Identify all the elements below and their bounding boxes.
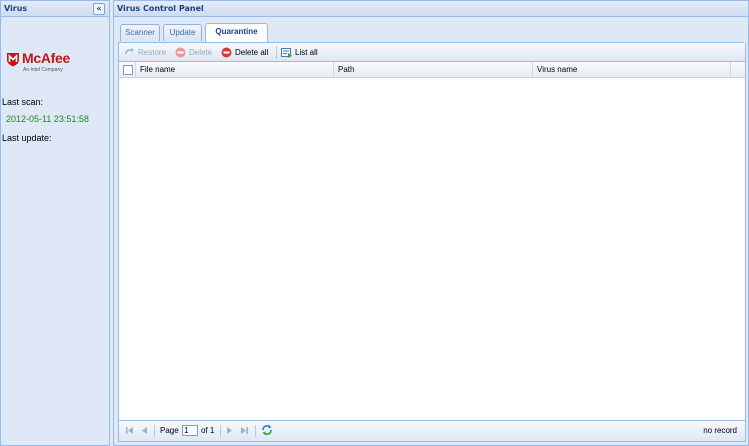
paging-status-text: no record xyxy=(703,426,737,435)
toolbar-separator xyxy=(276,46,277,59)
double-chevron-left-icon: « xyxy=(96,4,102,13)
list-all-button[interactable]: List all xyxy=(281,46,323,59)
first-page-icon[interactable] xyxy=(125,426,134,435)
page-count-label: of 1 xyxy=(201,426,215,435)
center-panel-body: Scanner Update Quarantine Restore Delete… xyxy=(113,17,749,446)
page-number-input[interactable] xyxy=(182,425,198,436)
quarantine-grid: Restore Delete Delete all List all File … xyxy=(118,43,746,442)
paging-separator xyxy=(220,425,221,437)
grid-header-row: File name Path Virus name xyxy=(119,62,745,78)
mcafee-logo-tagline: An Intel Company xyxy=(23,67,63,73)
tab-strip: Scanner Update Quarantine xyxy=(118,23,744,43)
select-all-checkbox[interactable] xyxy=(123,65,133,75)
mcafee-logo: McAfee An Intel Company xyxy=(6,50,81,75)
last-page-icon[interactable] xyxy=(240,426,249,435)
restore-label: Restore xyxy=(138,48,167,57)
west-panel-header: Virus « xyxy=(0,0,110,17)
delete-icon xyxy=(175,47,186,58)
paging-separator xyxy=(255,425,256,437)
previous-page-icon[interactable] xyxy=(140,426,149,435)
column-path[interactable]: Path xyxy=(334,62,533,77)
column-virus-name[interactable]: Virus name xyxy=(533,62,731,77)
tab-update[interactable]: Update xyxy=(163,24,202,41)
next-page-icon[interactable] xyxy=(225,426,234,435)
center-panel: Virus Control Panel Scanner Update Quara… xyxy=(113,0,749,446)
paging-toolbar: Page of 1 xyxy=(119,420,745,441)
center-panel-header: Virus Control Panel xyxy=(113,0,749,17)
tab-quarantine[interactable]: Quarantine xyxy=(205,23,268,42)
list-all-label: List all xyxy=(295,48,318,57)
list-all-icon xyxy=(281,48,292,58)
center-panel-title: Virus Control Panel xyxy=(117,4,204,13)
mcafee-shield-icon xyxy=(7,53,19,67)
grid-toolbar: Restore Delete Delete all List all xyxy=(119,43,745,62)
refresh-icon[interactable] xyxy=(261,424,273,436)
last-scan-value: 2012-05-11 23:51:58 xyxy=(6,114,89,124)
last-update-label: Last update: xyxy=(2,133,52,143)
last-scan-label: Last scan: xyxy=(2,97,44,107)
west-panel-title: Virus xyxy=(4,4,28,13)
delete-all-label: Delete all xyxy=(235,48,269,57)
delete-label: Delete xyxy=(189,48,213,57)
west-panel-body: McAfee An Intel Company Last scan: 2012-… xyxy=(0,17,110,446)
delete-all-icon xyxy=(221,47,232,58)
column-file-name[interactable]: File name xyxy=(136,62,334,77)
page-label: Page xyxy=(160,426,179,435)
restore-icon xyxy=(125,48,134,55)
collapse-panel-button[interactable]: « xyxy=(93,3,105,15)
restore-button[interactable]: Restore xyxy=(124,46,172,59)
delete-all-button[interactable]: Delete all xyxy=(221,46,273,59)
select-all-column xyxy=(119,62,136,77)
mcafee-logo-text: McAfee xyxy=(22,50,70,66)
delete-button[interactable]: Delete xyxy=(175,46,217,59)
west-panel: Virus « McAfee An Intel Company Last sca… xyxy=(0,0,110,446)
paging-separator xyxy=(154,425,155,437)
tab-scanner[interactable]: Scanner xyxy=(120,24,160,41)
